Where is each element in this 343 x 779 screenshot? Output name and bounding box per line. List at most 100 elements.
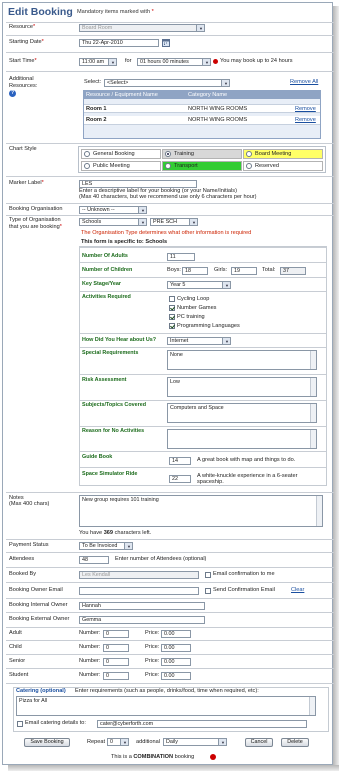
divider [80, 347, 326, 348]
scrollbar[interactable] [310, 378, 316, 396]
resource-category: NORTH WING ROOMS [188, 106, 248, 112]
starting-date-input[interactable]: Thu 22-Apr-2010 [79, 39, 159, 47]
cancel-button[interactable]: Cancel [245, 738, 273, 747]
org-type-label-2: that you are booking* [9, 224, 62, 231]
notes-counter: You have 369 characters left. [79, 530, 151, 537]
additional-resource-select[interactable]: <Select> ▼ [104, 79, 230, 87]
ride-qty-input[interactable]: 22 [169, 475, 191, 483]
email-confirm-checkbox[interactable] [205, 572, 211, 578]
send-confirm-checkbox[interactable] [205, 588, 211, 594]
catering-email-input[interactable]: cater@cyberforth.com [97, 720, 307, 728]
activity-checkbox-cycling[interactable] [169, 296, 175, 302]
adults-label: Number Of Adults [82, 253, 128, 259]
chart-style-option[interactable]: General Booking [81, 149, 161, 159]
org-type-label-2-text: that you are booking [9, 224, 60, 230]
delete-button[interactable]: Delete [281, 738, 309, 747]
notes-textarea[interactable]: New group requires 101 training [79, 495, 323, 527]
radio-transport[interactable] [165, 163, 171, 169]
external-owner-input[interactable]: Gemma [79, 616, 205, 624]
payment-status-label: Payment Status [9, 542, 49, 548]
clear-link[interactable]: Clear [291, 587, 304, 594]
remove-link[interactable]: Remove [295, 117, 316, 124]
guide-qty-input[interactable]: 14 [169, 457, 191, 465]
scrollbar[interactable] [316, 496, 322, 526]
chart-style-option[interactable]: Transport [162, 161, 242, 171]
booking-org-select[interactable]: -- Unknown -- ▼ [79, 206, 147, 214]
girls-input[interactable]: 19 [231, 267, 257, 275]
price-number-input[interactable]: 0 [103, 630, 129, 638]
calendar-icon[interactable] [162, 39, 170, 47]
chart-style-option[interactable]: Training [162, 149, 242, 159]
divider [6, 668, 334, 669]
org-type-select[interactable]: Schools ▼ [79, 218, 147, 226]
org-subtype-select[interactable]: PRE SCH ▼ [150, 218, 198, 226]
chart-style-option[interactable]: Public Meeting [81, 161, 161, 171]
catering-textarea[interactable]: Pizza for All [16, 696, 316, 716]
chart-style-option[interactable]: Reserved [243, 161, 323, 171]
repeat-value: 0 [110, 739, 113, 745]
price-input[interactable]: 0.00 [161, 658, 191, 666]
scrollbar[interactable] [310, 351, 316, 369]
price-number-input[interactable]: 0 [103, 644, 129, 652]
price-input[interactable]: 0.00 [161, 630, 191, 638]
price-row-label: Child [9, 644, 22, 650]
duration-note: You may book up to 24 hours [220, 58, 293, 64]
help-icon[interactable]: ? [9, 90, 16, 97]
payment-status-select[interactable]: To Be Invoiced ▼ [79, 542, 133, 550]
key-stage-select[interactable]: Year 5 ▼ [167, 281, 231, 289]
risk-textarea[interactable]: Low [167, 377, 317, 397]
radio-general[interactable] [84, 151, 90, 157]
divider [6, 71, 334, 72]
boys-input[interactable]: 18 [182, 267, 208, 275]
divider [6, 492, 334, 493]
radio-training[interactable] [165, 151, 171, 157]
duration-select[interactable]: 01 hours 00 minutes ▼ [137, 58, 211, 66]
hear-select[interactable]: Internet ▼ [167, 337, 231, 345]
resource-select[interactable]: Board Room ▼ [79, 24, 205, 32]
reason-textarea[interactable] [167, 429, 317, 449]
scrollbar[interactable] [310, 404, 316, 422]
activity-checkbox-pc-training[interactable] [169, 314, 175, 320]
special-textarea[interactable]: None [167, 350, 317, 370]
guide-label: Guide Book [82, 454, 113, 460]
attendees-input[interactable]: 48 [79, 556, 109, 564]
save-booking-button[interactable]: Save Booking [24, 738, 70, 747]
activity-label: Number Games [177, 305, 217, 311]
remove-all-link[interactable]: Remove All [290, 79, 318, 86]
radio-reserved[interactable] [246, 163, 252, 169]
marker-label-input[interactable]: LES [79, 180, 197, 188]
attendees-label: Attendees [9, 556, 35, 562]
chart-style-option[interactable]: Board Meeting [243, 149, 323, 159]
price-input[interactable]: 0.00 [161, 672, 191, 680]
ride-label: Space Simulator Ride [82, 471, 138, 477]
price-input[interactable]: 0.00 [161, 644, 191, 652]
chevron-down-icon: ▼ [221, 740, 225, 745]
repeat-label: Repeat [87, 739, 106, 745]
mandatory-star: * [151, 9, 154, 15]
start-time-label-text: Start Time [9, 58, 35, 64]
number-label: Number: [79, 630, 101, 636]
subjects-textarea[interactable]: Computers and Space [167, 403, 317, 423]
start-time-select[interactable]: 11:00 am ▼ [79, 58, 117, 66]
scrollbar[interactable] [309, 697, 315, 715]
activity-checkbox-programming[interactable] [169, 323, 175, 329]
remove-link[interactable]: Remove [295, 106, 316, 113]
notes-counter-suffix: characters left. [113, 530, 152, 536]
owner-email-input[interactable] [79, 587, 199, 595]
activity-checkbox-number-games[interactable] [169, 305, 175, 311]
email-catering-checkbox[interactable] [17, 721, 23, 727]
ride-desc-2: spaceship. [197, 479, 224, 485]
owner-email-label: Booking Owner Email [9, 587, 63, 593]
scrollbar[interactable] [310, 430, 316, 448]
frequency-select[interactable]: Daily ▼ [163, 738, 227, 746]
price-number-input[interactable]: 0 [103, 658, 129, 666]
price-number-input[interactable]: 0 [103, 672, 129, 680]
repeat-select[interactable]: 0 ▼ [107, 738, 129, 746]
internal-owner-input[interactable]: Hannah [79, 602, 205, 610]
notes-counter-count: 369 [103, 530, 114, 536]
chart-style-group: General Booking Training Board Meeting P… [78, 146, 326, 173]
adults-input[interactable]: 11 [167, 253, 195, 261]
divider [80, 400, 326, 401]
radio-board-meeting[interactable] [246, 151, 252, 157]
radio-public-meeting[interactable] [84, 163, 90, 169]
